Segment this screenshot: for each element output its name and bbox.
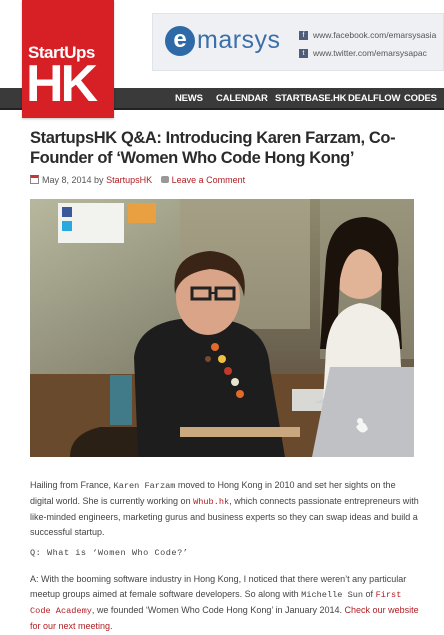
intro-paragraph: Hailing from France, Karen Farzam moved … (30, 478, 420, 540)
emarsys-banner-ad[interactable]: e marsys f www.facebook.com/emarsysasia t… (152, 13, 444, 71)
article-meta: May 8, 2014 by StartupsHK Leave a Commen… (30, 175, 245, 185)
author-link[interactable]: StartupsHK (106, 175, 152, 185)
twitter-url: www.twitter.com/emarsysapac (313, 48, 427, 58)
facebook-link[interactable]: f www.facebook.com/emarsysasia (299, 30, 436, 41)
michelle-sun-name: Michelle Sun (301, 590, 364, 600)
startupshk-logo[interactable]: StartUps HK (22, 0, 114, 118)
emarsys-wordmark: marsys (197, 26, 281, 54)
question-heading: Q: What is ‘Women Who Code?’ (30, 548, 189, 558)
answer-text-2: of (363, 589, 376, 599)
facebook-icon: f (299, 31, 308, 41)
facebook-url: www.facebook.com/emarsysasia (313, 30, 437, 40)
article-title[interactable]: StartupsHK Q&A: Introducing Karen Farzam… (30, 128, 430, 168)
logo-line2: HK (26, 55, 98, 113)
whub-link[interactable]: Whub.hk (193, 497, 229, 507)
intro-text-1: Hailing from France, (30, 480, 114, 490)
leave-comment-link[interactable]: Leave a Comment (172, 175, 246, 185)
photo-illustration (30, 199, 414, 457)
twitter-link[interactable]: t www.twitter.com/emarsysapac (299, 48, 427, 59)
nav-codes[interactable]: CODES (404, 88, 437, 108)
article-photo (30, 199, 414, 457)
nav-calendar[interactable]: CALENDAR (216, 88, 268, 108)
calendar-icon (30, 175, 39, 184)
comment-icon (160, 176, 169, 183)
emarsys-logo-letter: e (173, 26, 187, 53)
post-date: May 8, 2014 (42, 175, 92, 185)
answer-text-3: , we founded ‘Women Who Code Hong Kong’ … (91, 605, 345, 615)
nav-startbase[interactable]: STARTBASE.HK (275, 88, 347, 108)
by-label: by (94, 175, 104, 185)
answer-paragraph: A: With the booming software industry in… (30, 572, 420, 634)
nav-news[interactable]: NEWS (175, 88, 203, 108)
twitter-icon: t (299, 49, 308, 59)
answer-text-4: . (110, 621, 113, 631)
karen-farzam-name: Karen Farzam (113, 481, 176, 491)
nav-dealflow[interactable]: DEALFLOW (348, 88, 400, 108)
